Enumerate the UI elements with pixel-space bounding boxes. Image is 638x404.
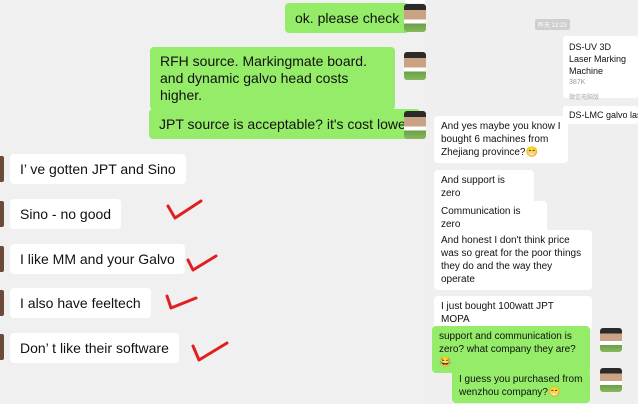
received-message-r4[interactable]: And honest I don't think price was so gr… [434, 230, 592, 290]
sent-message-2[interactable]: RFH source. Markingmate board. and dynam… [150, 47, 395, 110]
file-card-2-title: DS-LMC galvo las [569, 110, 638, 120]
received-message-r5[interactable]: I just bought 100watt JPT MOPA [434, 296, 592, 330]
check-mark-icon-4 [191, 341, 229, 362]
received-message-4[interactable]: I also have feeltech [10, 288, 151, 318]
user-avatar-r2[interactable] [600, 368, 622, 392]
file-card-size: 387K [569, 79, 586, 86]
user-avatar-2[interactable] [404, 52, 426, 80]
contact-avatar-5[interactable] [0, 334, 4, 360]
file-card-footer: 微信电脑版 [569, 95, 600, 101]
contact-avatar-1[interactable] [0, 156, 4, 182]
file-card-1[interactable]: DS-UV 3D Laser Marking Machine 387K 微信电脑… [563, 36, 638, 101]
file-card-title: DS-UV 3D Laser Marking Machine [569, 42, 627, 76]
sent-message-r2[interactable]: I guess you purchased from wenzhou compa… [452, 369, 590, 403]
check-mark-icon-1 [166, 199, 203, 220]
sent-message-r1[interactable]: support and communication is zero? what … [432, 326, 590, 373]
received-message-3[interactable]: I like MM and your Galvo [10, 244, 185, 274]
received-message-1[interactable]: I’ ve gotten JPT and Sino [10, 154, 186, 184]
contact-avatar-4[interactable] [0, 290, 4, 316]
received-message-r1[interactable]: And yes maybe you know I bought 6 machin… [434, 116, 568, 163]
user-avatar-3[interactable] [404, 111, 426, 139]
contact-avatar-3[interactable] [0, 246, 4, 272]
contact-avatar-2[interactable] [0, 201, 4, 227]
received-message-2[interactable]: Sino - no good [10, 199, 122, 229]
received-message-r2[interactable]: And support is zero [434, 170, 534, 204]
user-avatar-r1[interactable] [600, 328, 622, 352]
top-partial-bubble [405, 0, 425, 3]
sent-message-1[interactable]: ok. please check [285, 3, 410, 33]
received-message-5[interactable]: Don’ t like their software [10, 333, 179, 363]
file-card-2[interactable]: DS-LMC galvo las [563, 106, 638, 124]
sent-message-3[interactable]: JPT source is acceptable? it's cost lowe… [149, 109, 421, 139]
check-mark-icon-2 [186, 254, 218, 272]
user-avatar-1[interactable] [404, 4, 426, 32]
check-mark-icon-3 [165, 294, 198, 310]
timestamp: 昨天 12:23 [535, 19, 570, 30]
